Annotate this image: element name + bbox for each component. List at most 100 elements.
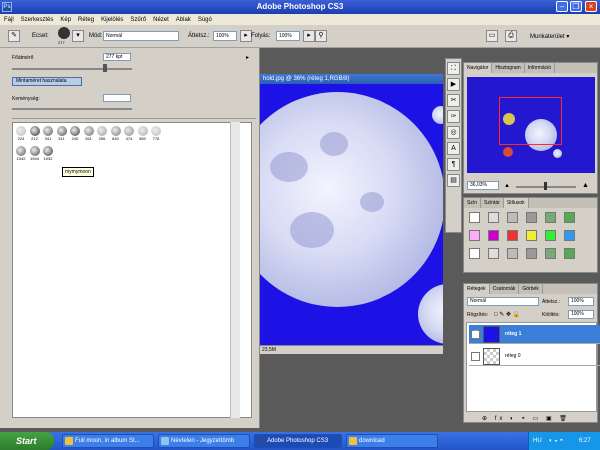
menu-edit[interactable]: Szerkesztés [21, 17, 54, 23]
navigator-dock-icon[interactable]: ⛶ [447, 62, 460, 75]
style-swatch[interactable] [488, 248, 499, 259]
start-button[interactable]: Start [0, 432, 54, 450]
layer-opacity-field[interactable]: 100% [568, 297, 594, 306]
brush-tool-icon[interactable]: ✎ [8, 30, 20, 42]
document-title-bar[interactable]: hold.jpg @ 36% (réteg 1,RGB/8) [260, 74, 443, 84]
opacity-field[interactable]: 100% [213, 31, 237, 41]
minimize-button[interactable]: – [556, 1, 568, 12]
character-icon[interactable]: A [447, 142, 460, 155]
print-icon[interactable]: ⎙ [505, 30, 517, 42]
brush-preset[interactable]: 1042 [15, 145, 27, 163]
paragraph-icon[interactable]: ¶ [447, 158, 460, 171]
task-firefox[interactable]: Full moon, in album St... [62, 434, 154, 448]
menu-window[interactable]: Ablak [176, 17, 191, 23]
lock-icons[interactable]: □ ✎ ✥ 🔒 [494, 311, 520, 318]
brush-preset[interactable]: 212 [29, 125, 41, 143]
tray-icons[interactable]: ◐ ◒ ◓ [549, 432, 563, 450]
tool-presets-icon[interactable]: ✂ [447, 94, 460, 107]
visibility-eye-icon[interactable]: 👁 [471, 330, 480, 339]
use-sample-size-button[interactable]: Mintaméret használata [12, 77, 82, 86]
menu-filter[interactable]: Szűrő [130, 17, 146, 23]
brush-preset[interactable]: 224 [15, 125, 27, 143]
style-swatch[interactable] [488, 212, 499, 223]
task-photoshop[interactable]: Adobe Photoshop CS3 [254, 434, 342, 448]
document-canvas[interactable] [260, 84, 443, 345]
tab-layers[interactable]: Rétegek [464, 284, 490, 294]
menu-help[interactable]: Súgó [198, 17, 212, 23]
fill-field[interactable]: 100% [568, 310, 594, 319]
blend-mode-select[interactable]: Normál [467, 297, 539, 306]
menu-file[interactable]: Fájl [4, 17, 14, 23]
flow-field[interactable]: 100% [276, 31, 300, 41]
brush-preset[interactable]: 1032 [42, 145, 54, 163]
style-swatch[interactable] [469, 248, 480, 259]
style-swatch[interactable] [564, 212, 575, 223]
hardness-field[interactable] [103, 94, 131, 102]
layer-row-0[interactable]: réteg 0 [469, 347, 600, 366]
menu-layer[interactable]: Réteg [78, 17, 94, 23]
actions-dock-icon[interactable]: ▶ [447, 78, 460, 91]
airbrush-icon[interactable]: ⚲ [315, 30, 327, 42]
brush-preset[interactable]: 640 [110, 125, 122, 143]
zoom-in-icon[interactable]: ▲ [582, 182, 589, 189]
brush-preset[interactable]: 256 [96, 125, 108, 143]
style-swatch[interactable] [545, 212, 556, 223]
visibility-eye-icon[interactable] [471, 352, 480, 361]
style-swatch[interactable] [507, 212, 518, 223]
brush-preset[interactable]: 311 [56, 125, 68, 143]
navigator-zoom-field[interactable]: 36,03% [467, 181, 499, 190]
style-swatch[interactable] [488, 230, 499, 241]
brush-preset[interactable]: 240 [69, 125, 81, 143]
style-swatch[interactable] [469, 212, 480, 223]
tab-histogram[interactable]: Hisztogram [492, 63, 525, 73]
flow-dropdown-icon[interactable]: ▸ [303, 30, 315, 42]
diameter-slider-handle[interactable] [103, 64, 107, 72]
style-swatch[interactable] [526, 230, 537, 241]
language-indicator[interactable]: HU [533, 432, 542, 450]
task-notepad[interactable]: Névtelen - Jegyzettömb [158, 434, 250, 448]
style-swatch[interactable] [507, 230, 518, 241]
style-swatch[interactable] [469, 230, 480, 241]
tab-navigator[interactable]: Navigátor [464, 63, 493, 73]
brush-preview-icon[interactable] [58, 27, 70, 39]
layer-footer-icons[interactable]: ⊕ fx ◐ ◓ ▭ ▣ 🗑 [482, 415, 570, 422]
style-swatch[interactable] [526, 248, 537, 259]
task-download-folder[interactable]: download [346, 434, 438, 448]
bridge-icon[interactable]: ▭ [486, 30, 498, 42]
zoom-out-icon[interactable]: ▲ [504, 183, 510, 189]
close-button[interactable]: × [585, 1, 597, 12]
tab-paths[interactable]: Görbék [519, 284, 543, 294]
brush-preset[interactable]: 560 [137, 125, 149, 143]
style-swatch[interactable] [564, 248, 575, 259]
tab-info[interactable]: Információ [525, 63, 556, 73]
navigator-view-box[interactable] [499, 97, 562, 145]
style-swatch[interactable] [545, 248, 556, 259]
brush-preset[interactable]: 474 [123, 125, 135, 143]
zoom-slider-handle[interactable] [544, 182, 547, 190]
brush-preset[interactable]: 1944 [29, 145, 41, 163]
clone-source-icon[interactable]: ◎ [447, 126, 460, 139]
mode-select[interactable]: Normál [103, 31, 179, 41]
panel-menu-icon[interactable]: ▸ [246, 54, 249, 61]
menu-select[interactable]: Kijelölés [101, 17, 123, 23]
brush-preset[interactable]: 776 [150, 125, 162, 143]
brush-preset[interactable]: 261 [83, 125, 95, 143]
menu-image[interactable]: Kép [60, 17, 71, 23]
workspace-menu[interactable]: Munkaterület ▾ [530, 33, 569, 40]
hardness-slider-track[interactable] [12, 108, 132, 110]
brush-grid-scrollbar[interactable] [230, 122, 240, 418]
layer-row-1[interactable]: 👁 réteg 1 [469, 325, 600, 344]
restore-button[interactable]: ❐ [570, 1, 582, 12]
style-swatch[interactable] [526, 212, 537, 223]
master-diameter-field[interactable]: 277 kpt [103, 53, 131, 61]
style-swatch[interactable] [545, 230, 556, 241]
menu-view[interactable]: Nézet [153, 17, 169, 23]
style-swatch[interactable] [564, 230, 575, 241]
diameter-slider-track[interactable] [12, 68, 132, 70]
brush-preset[interactable]: 341 [42, 125, 54, 143]
tab-channels[interactable]: Csatornák [490, 284, 520, 294]
style-swatch[interactable] [507, 248, 518, 259]
brushes-dock-icon[interactable]: ✑ [447, 110, 460, 123]
brush-picker-button[interactable]: ▾ [72, 30, 84, 42]
layer-comps-icon[interactable]: ▤ [447, 174, 460, 187]
